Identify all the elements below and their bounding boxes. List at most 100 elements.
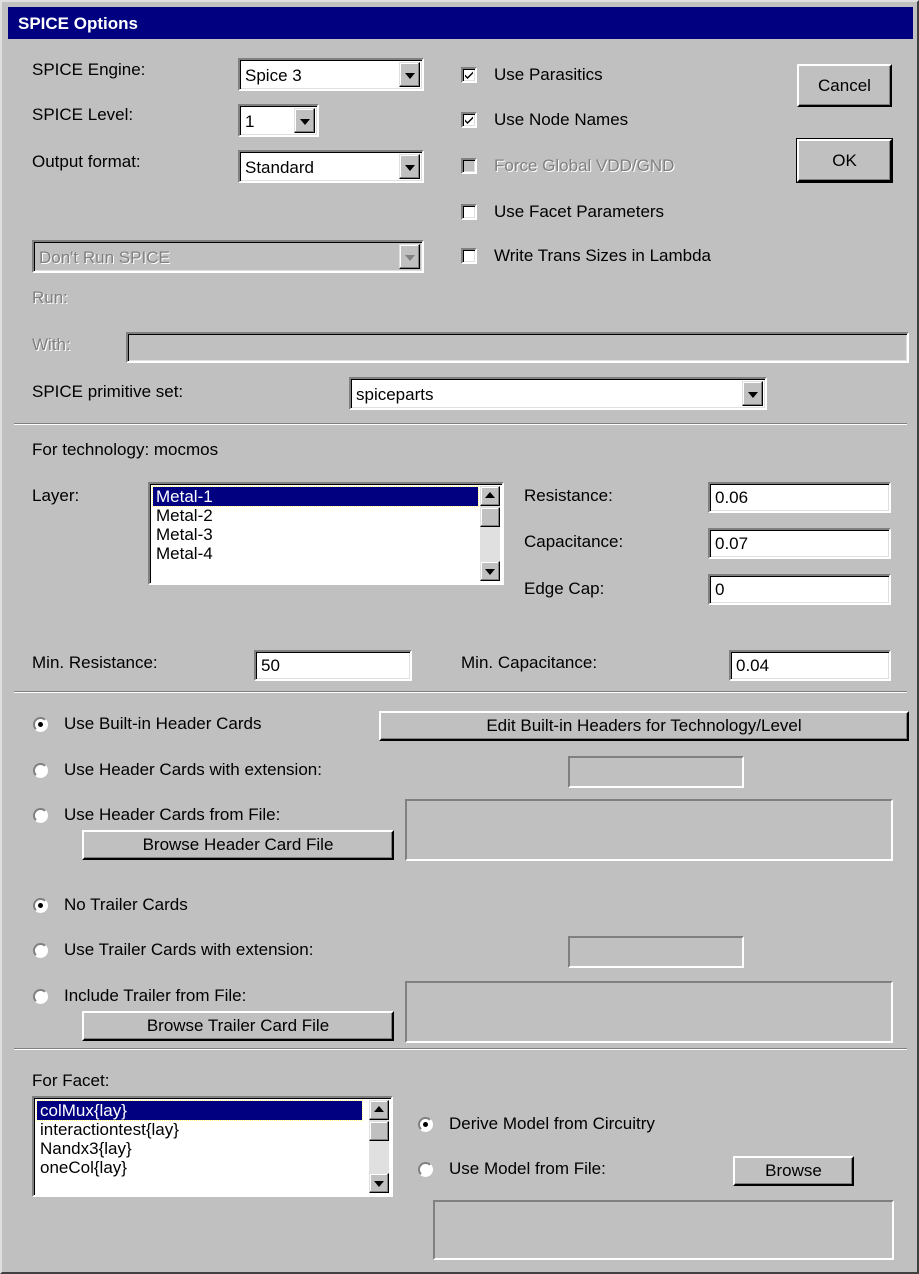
- builtin-header-radio[interactable]: [33, 717, 48, 732]
- scroll-down-button[interactable]: [480, 561, 500, 581]
- primitive-set-value: spiceparts: [356, 385, 434, 404]
- force-global-label: Force Global VDD/GND: [494, 156, 675, 175]
- primitive-set-label: SPICE primitive set:: [32, 382, 184, 401]
- check-icon: [465, 71, 473, 79]
- layer-list-scrollbar[interactable]: [480, 486, 500, 581]
- use-facet-parameters-checkbox[interactable]: [461, 204, 477, 220]
- chevron-down-icon: [404, 164, 415, 171]
- chevron-down-icon: [485, 569, 495, 575]
- output-format-dropdown-button[interactable]: [399, 154, 420, 179]
- layer-list[interactable]: Metal-1 Metal-2 Metal-3 Metal-4: [148, 482, 504, 585]
- min-resistance-input[interactable]: 50: [254, 650, 412, 681]
- chevron-down-icon: [404, 72, 415, 79]
- resistance-label: Resistance:: [524, 486, 613, 505]
- engine-dropdown-button[interactable]: [399, 62, 420, 87]
- min-capacitance-label: Min. Capacitance:: [461, 653, 598, 672]
- chevron-up-icon: [485, 492, 495, 498]
- divider: [14, 423, 907, 425]
- facet-list-item[interactable]: Nandx3{lay}: [37, 1139, 132, 1158]
- radio-selected-icon: [38, 722, 43, 727]
- edge-cap-input[interactable]: 0: [708, 574, 891, 605]
- level-dropdown-button[interactable]: [294, 108, 315, 133]
- layer-list-item[interactable]: Metal-4: [153, 544, 213, 563]
- spice-options-dialog: SPICE Options SPICE Engine: Spice 3 SPIC…: [0, 0, 919, 1274]
- builtin-header-label: Use Built-in Header Cards: [64, 714, 262, 733]
- chevron-up-icon: [374, 1106, 384, 1112]
- scroll-up-button[interactable]: [369, 1100, 389, 1120]
- scroll-thumb[interactable]: [369, 1121, 389, 1141]
- facet-list[interactable]: colMux{lay} interactiontest{lay} Nandx3{…: [32, 1096, 393, 1197]
- layer-list-item[interactable]: Metal-2: [153, 506, 213, 525]
- use-node-names-checkbox[interactable]: [461, 112, 477, 128]
- output-format-select[interactable]: Standard: [238, 150, 424, 183]
- browse-model-button[interactable]: Browse: [733, 1156, 854, 1186]
- browse-model-label: Browse: [765, 1161, 822, 1180]
- scroll-down-button[interactable]: [369, 1173, 389, 1193]
- trailer-file-radio[interactable]: [33, 989, 48, 1004]
- browse-header-card-file-button[interactable]: Browse Header Card File: [82, 830, 394, 860]
- with-label: With:: [32, 335, 71, 354]
- no-trailer-label: No Trailer Cards: [64, 895, 188, 914]
- header-file-radio[interactable]: [33, 808, 48, 823]
- resistance-input[interactable]: 0.06: [708, 482, 891, 513]
- layer-list-item[interactable]: Metal-1: [152, 486, 479, 507]
- radio-selected-icon: [38, 903, 43, 908]
- with-input[interactable]: [126, 332, 909, 363]
- browse-trailer-card-file-label: Browse Trailer Card File: [146, 1016, 330, 1035]
- window-title: SPICE Options: [18, 14, 138, 33]
- run-mode-select[interactable]: Don't Run SPICE: [32, 240, 424, 273]
- scroll-up-button[interactable]: [480, 486, 500, 506]
- min-capacitance-input[interactable]: 0.04: [729, 650, 891, 681]
- use-parasitics-checkbox[interactable]: [461, 67, 477, 83]
- header-extension-label: Use Header Cards with extension:: [64, 760, 322, 779]
- facet-list-item[interactable]: oneCol{lay}: [37, 1158, 127, 1177]
- facet-list-item[interactable]: interactiontest{lay}: [37, 1120, 179, 1139]
- no-trailer-radio[interactable]: [33, 898, 48, 913]
- cancel-button[interactable]: Cancel: [797, 64, 892, 107]
- header-file-label: Use Header Cards from File:: [64, 805, 281, 824]
- trailer-extension-input[interactable]: [568, 936, 744, 968]
- min-resistance-label: Min. Resistance:: [32, 653, 158, 672]
- primitive-set-select[interactable]: spiceparts: [349, 377, 767, 410]
- chevron-down-icon: [747, 391, 758, 398]
- browse-trailer-card-file-button[interactable]: Browse Trailer Card File: [82, 1011, 394, 1041]
- chevron-down-icon: [404, 254, 415, 261]
- level-label: SPICE Level:: [32, 105, 134, 124]
- engine-value: Spice 3: [245, 66, 302, 85]
- run-mode-dropdown-button[interactable]: [399, 244, 420, 269]
- header-extension-input[interactable]: [568, 756, 744, 788]
- model-file-path-field[interactable]: [433, 1200, 894, 1260]
- edit-builtin-headers-button[interactable]: Edit Built-in Headers for Technology/Lev…: [379, 711, 909, 741]
- trailer-file-path-field[interactable]: [405, 981, 893, 1043]
- edge-cap-label: Edge Cap:: [524, 579, 605, 598]
- use-facet-parameters-label: Use Facet Parameters: [494, 202, 665, 221]
- derive-model-radio[interactable]: [418, 1117, 433, 1132]
- use-parasitics-label: Use Parasitics: [494, 65, 603, 84]
- use-node-names-label: Use Node Names: [494, 110, 629, 129]
- min-capacitance-value: 0.04: [736, 656, 770, 675]
- capacitance-input[interactable]: 0.07: [708, 528, 891, 559]
- scroll-thumb[interactable]: [480, 507, 500, 527]
- primitive-set-dropdown-button[interactable]: [742, 381, 763, 406]
- header-extension-radio[interactable]: [33, 763, 48, 778]
- output-format-label: Output format:: [32, 152, 141, 171]
- force-global-checkbox[interactable]: [461, 158, 477, 174]
- header-file-path-field[interactable]: [405, 799, 893, 861]
- resistance-value: 0.06: [715, 488, 749, 507]
- layer-label: Layer:: [32, 486, 80, 505]
- engine-select[interactable]: Spice 3: [238, 58, 424, 91]
- edge-cap-value: 0: [715, 580, 725, 599]
- write-trans-sizes-checkbox[interactable]: [461, 248, 477, 264]
- run-label: Run:: [32, 288, 68, 307]
- model-file-radio[interactable]: [418, 1162, 433, 1177]
- trailer-extension-radio[interactable]: [33, 943, 48, 958]
- technology-label: For technology: mocmos: [32, 440, 219, 459]
- edit-builtin-headers-label: Edit Built-in Headers for Technology/Lev…: [486, 716, 802, 735]
- chevron-down-icon: [299, 118, 310, 125]
- facet-list-scrollbar[interactable]: [369, 1100, 389, 1193]
- layer-list-item[interactable]: Metal-3: [153, 525, 213, 544]
- ok-button[interactable]: OK: [796, 138, 893, 183]
- chevron-down-icon: [374, 1181, 384, 1187]
- level-select[interactable]: 1: [238, 104, 319, 137]
- facet-list-item[interactable]: colMux{lay}: [36, 1100, 363, 1121]
